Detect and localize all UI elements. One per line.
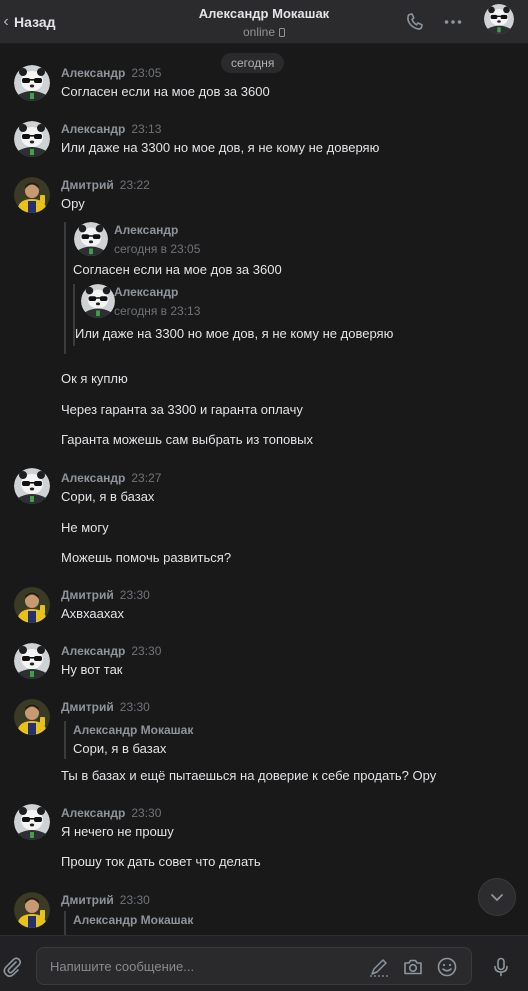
message-text: Прошу ток дать совет что делать [61, 854, 261, 869]
emoji-icon[interactable] [435, 955, 459, 979]
reply-text: Сори, я в базах [73, 741, 167, 756]
avatar[interactable] [14, 804, 50, 840]
forwarded-text: Согласен если на мое дов за 3600 [73, 262, 282, 277]
chat-header: ‹ Назад Александр Мокашак online [0, 0, 528, 44]
reply-quote[interactable]: Александр Мокашак Сори, я в базах [64, 721, 464, 759]
more-icon[interactable] [441, 10, 465, 34]
back-label: Назад [14, 14, 56, 30]
message-text: Я нечего не прошу [61, 824, 174, 839]
message-time: 23:30 [119, 893, 150, 907]
reply-quote[interactable]: Александр Мокашак [64, 911, 464, 935]
message-text: Ахвхаахах [61, 606, 124, 621]
avatar[interactable] [14, 587, 50, 623]
forwarded-nested: Александр сегодня в 23:13 Или даже на 33… [73, 284, 493, 346]
scroll-down-button[interactable] [478, 878, 516, 916]
message-text: Гаранта можешь сам выбрать из топовых [61, 432, 313, 447]
pen-icon[interactable] [367, 955, 391, 979]
avatar[interactable] [14, 699, 50, 735]
mobile-icon [279, 28, 286, 37]
forwarded-author[interactable]: Александр [114, 285, 178, 299]
forwarded-text: Или даже на 3300 но мое дов, я не кому н… [75, 326, 394, 341]
message-history: сегодня Александр 23:05 Согласен если на … [0, 45, 528, 935]
message-input-placeholder: Напишите сообщение... [50, 959, 195, 974]
forwarded-author[interactable]: Александр [114, 223, 178, 237]
message-author[interactable]: Александр [61, 471, 125, 485]
message-author[interactable]: Александр [61, 122, 125, 136]
message-text: Сори, я в базах [61, 489, 155, 504]
message-author[interactable]: Александр [61, 66, 125, 80]
avatar[interactable] [14, 177, 50, 213]
message-text: Согласен если на мое дов за 3600 [61, 84, 270, 99]
forwarded-time: сегодня в 23:05 [114, 242, 201, 256]
message-text: Через гаранта за 3300 и гаранта оплачу [61, 402, 303, 417]
reply-author[interactable]: Александр Мокашак [73, 723, 193, 737]
forwarded-time: сегодня в 23:13 [114, 304, 201, 318]
message-text: Ну вот так [61, 662, 123, 677]
message-time: 23:30 [119, 588, 150, 602]
message-text: Или даже на 3300 но мое дов, я не кому н… [61, 140, 380, 155]
microphone-icon[interactable] [489, 955, 513, 979]
message-time: 23:05 [131, 66, 162, 80]
paperclip-icon[interactable] [0, 955, 24, 979]
message-author[interactable]: Дмитрий [61, 588, 114, 602]
header-avatar[interactable] [484, 4, 514, 34]
message-time: 23:30 [119, 700, 150, 714]
message-time: 23:22 [119, 178, 150, 192]
message-time: 23:30 [131, 806, 162, 820]
message-author[interactable]: Дмитрий [61, 893, 114, 907]
avatar[interactable] [81, 284, 115, 318]
message-author[interactable]: Дмитрий [61, 178, 114, 192]
avatar[interactable] [14, 65, 50, 101]
message-time: 23:13 [131, 122, 162, 136]
message-time: 23:27 [131, 471, 162, 485]
message-author[interactable]: Александр [61, 806, 125, 820]
message-text: Ок я куплю [61, 371, 128, 386]
avatar[interactable] [14, 892, 50, 928]
message-text: Ты в базах и ещё пытаешься на доверие к … [61, 768, 437, 783]
avatar[interactable] [74, 222, 108, 256]
composer: Напишите сообщение... [0, 935, 528, 991]
reply-author[interactable]: Александр Мокашак [73, 913, 193, 927]
back-button[interactable]: ‹ Назад [0, 0, 56, 44]
chevron-down-icon [491, 894, 503, 902]
chevron-left-icon: ‹ [3, 13, 9, 30]
date-badge: сегодня [221, 53, 285, 73]
phone-icon[interactable] [403, 10, 427, 34]
message-input[interactable]: Напишите сообщение... [36, 947, 472, 985]
avatar[interactable] [14, 643, 50, 679]
message-author[interactable]: Александр [61, 644, 125, 658]
message-text: Не могу [61, 520, 109, 535]
message-time: 23:30 [131, 644, 162, 658]
message-author[interactable]: Дмитрий [61, 700, 114, 714]
message-text: Ору [61, 196, 85, 211]
forwarded-messages[interactable]: Александр сегодня в 23:05 Согласен если … [64, 222, 504, 354]
camera-icon[interactable] [401, 955, 425, 979]
status-text: online [242, 25, 276, 39]
avatar[interactable] [14, 468, 50, 504]
avatar[interactable] [14, 121, 50, 157]
message-text: Можешь помочь развиться? [61, 550, 232, 565]
